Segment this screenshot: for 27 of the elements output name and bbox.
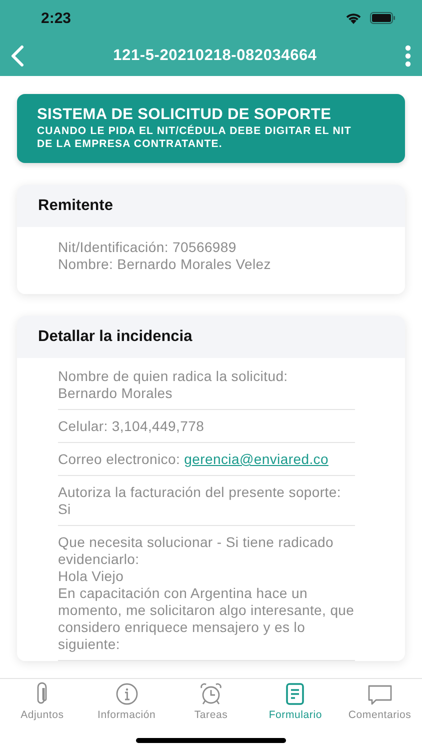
paperclip-icon [35, 682, 50, 706]
battery-icon [370, 12, 396, 24]
field-text: Nombre de quien radica la solicitud: [58, 368, 289, 385]
field-text: Bernardo Morales [58, 385, 174, 402]
banner-title: SISTEMA DE SOLICITUD DE SOPORTE [37, 106, 332, 124]
alarm-clock-icon [199, 682, 224, 706]
tab-item[interactable]: Adjuntos [0, 679, 84, 721]
field-text: En capacitación con Argentina hace un momento, me solicitaron algo interesante, que considero enriquece mensajero y es lo siguiente: [58, 585, 355, 653]
tab-item[interactable]: Información [84, 679, 169, 721]
tab-item[interactable]: Formulario [253, 679, 338, 721]
field-text: Que necesita solucionar - Si tiene radicado evidenciarlo: [58, 534, 335, 568]
status-time: 2:23 [41, 10, 72, 26]
field-text: Celular: 3,104,449,778 [58, 418, 206, 435]
tab-item[interactable]: Comentarios [338, 679, 422, 721]
section-title: Remitente [38, 197, 113, 215]
banner-text: CUANDO LE PIDA EL NIT/CÉDULA DEBE DIGITAR EL NIT DE LA EMPRESA CONTRATANTE. [37, 125, 352, 151]
field-text: Correo electronico: gerencia@enviared.co [58, 451, 330, 468]
wifi-icon [345, 12, 362, 24]
info-icon [114, 682, 139, 706]
field-text: Autoriza la facturación del presente soporte: Si [58, 484, 342, 518]
field-text: Nombre: Bernardo Morales Velez [58, 256, 272, 273]
field-text: Hola Viejo [58, 568, 125, 585]
field-text: Nit/Identificación: 70566989 [58, 239, 238, 256]
page-title: 121-5-20210218-082034664 [113, 47, 317, 65]
tab-item[interactable]: Tareas [168, 679, 254, 721]
email-link[interactable]: gerencia@enviared.co [184, 451, 328, 467]
section-title: Detallar la incidencia [38, 328, 192, 346]
